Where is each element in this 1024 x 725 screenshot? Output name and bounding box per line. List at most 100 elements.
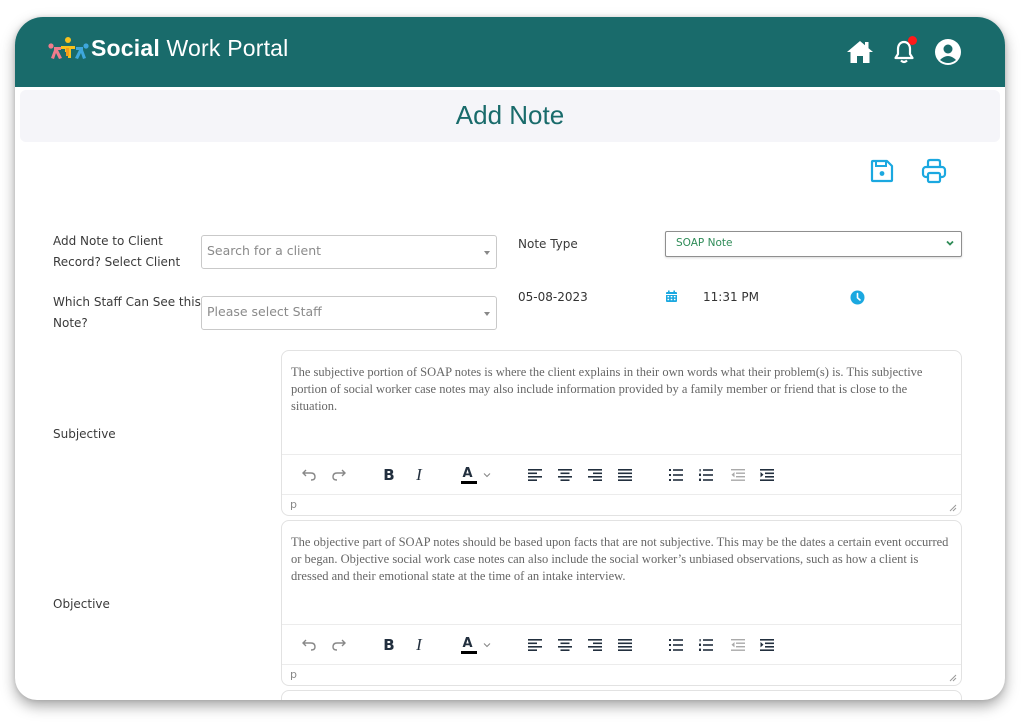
bullet-list-icon [669,639,683,651]
text-color-icon: A [460,466,477,484]
numbered-list-button[interactable] [696,465,716,485]
undo-icon [302,639,316,651]
undo-button[interactable] [299,635,319,655]
indent-icon [760,639,774,651]
home-button[interactable] [845,37,875,67]
resize-handle-icon[interactable] [949,674,957,682]
objective-label: Objective [53,597,110,611]
bullet-list-button[interactable] [666,635,686,655]
align-center-button[interactable] [555,635,575,655]
staff-select[interactable]: Please select Staff [201,296,497,330]
align-justify-icon [618,639,632,651]
numbered-list-button[interactable] [696,635,716,655]
align-center-icon [558,639,572,651]
align-left-button[interactable] [525,635,545,655]
outdent-button[interactable] [728,635,748,655]
time-value[interactable]: 11:31 PM [703,290,759,304]
clock-icon[interactable] [850,290,865,305]
align-center-button[interactable] [555,465,575,485]
indent-button[interactable] [757,635,777,655]
align-left-icon [528,469,542,481]
align-justify-button[interactable] [615,635,635,655]
outdent-icon [731,639,745,651]
italic-icon: I [416,465,422,484]
align-center-icon [558,469,572,481]
undo-icon [302,469,316,481]
subjective-editor-statusbar: p [282,495,961,515]
page-title: Add Note [455,100,565,130]
bold-button[interactable]: B [379,465,399,485]
title-band: Add Note [20,90,1000,142]
subjective-editor-content[interactable]: The subjective portion of SOAP notes is … [282,351,961,455]
text-color-swatch [460,481,477,484]
align-right-icon [588,469,602,481]
client-select-placeholder: Search for a client [207,243,322,258]
print-icon [921,158,947,184]
chevron-down-icon [946,240,954,246]
caret-down-icon [484,251,490,255]
objective-editor: The objective part of SOAP notes should … [281,520,962,686]
save-button[interactable] [868,157,896,185]
numbered-list-icon [699,469,713,481]
client-label: Add Note to Client Record? Select Client [53,231,180,273]
text-color-button[interactable]: A [459,635,493,655]
brand-name-bold: Social [91,35,160,61]
undo-button[interactable] [299,465,319,485]
save-icon [870,159,894,183]
align-left-button[interactable] [525,465,545,485]
redo-button[interactable] [329,635,349,655]
text-color-icon: A [460,636,477,654]
page-actions [868,157,948,185]
note-type-select[interactable]: SOAP Note [665,231,962,257]
text-color-glyph: A [462,466,473,481]
italic-button[interactable]: I [409,465,429,485]
staff-select-placeholder: Please select Staff [207,304,322,319]
bold-icon: B [383,466,395,484]
client-label-line1: Add Note to Client [53,234,163,248]
client-select[interactable]: Search for a client [201,235,497,269]
calendar-icon[interactable] [665,290,678,303]
outdent-icon [731,469,745,481]
resize-handle-icon[interactable] [949,504,957,512]
redo-icon [332,469,346,481]
app-window: Social Work Portal Add Note Add Note to … [15,17,1005,700]
align-justify-button[interactable] [615,465,635,485]
logo-icon [48,36,89,59]
user-circle-icon [935,39,961,65]
print-button[interactable] [920,157,948,185]
outdent-button[interactable] [728,465,748,485]
indent-button[interactable] [757,465,777,485]
element-path: p [290,498,297,511]
notification-dot [908,36,917,45]
staff-label-line2: Note? [53,316,88,330]
text-color-swatch [460,651,477,654]
profile-button[interactable] [933,37,963,67]
chevron-down-icon [483,643,490,648]
bold-button[interactable]: B [379,635,399,655]
redo-icon [332,639,346,651]
top-navbar: Social Work Portal [15,17,1005,87]
text-color-button[interactable]: A [459,465,493,485]
align-right-button[interactable] [585,635,605,655]
align-right-button[interactable] [585,465,605,485]
brand-name: Social Work Portal [91,35,288,62]
date-value[interactable]: 05-08-2023 [518,290,588,304]
align-justify-icon [618,469,632,481]
note-type-value: SOAP Note [676,237,733,249]
indent-icon [760,469,774,481]
bullet-list-button[interactable] [666,465,686,485]
client-label-line2: Record? Select Client [53,255,181,269]
bold-icon: B [383,636,395,654]
italic-button[interactable]: I [409,635,429,655]
notifications-button[interactable] [889,36,919,67]
redo-button[interactable] [329,465,349,485]
next-editor [281,690,962,700]
top-icons [845,36,963,67]
bullet-list-icon [669,469,683,481]
chevron-down-icon [483,473,490,478]
objective-editor-content[interactable]: The objective part of SOAP notes should … [282,521,961,625]
numbered-list-icon [699,639,713,651]
brand[interactable]: Social Work Portal [46,35,288,62]
align-right-icon [588,639,602,651]
note-type-label: Note Type [518,237,578,251]
